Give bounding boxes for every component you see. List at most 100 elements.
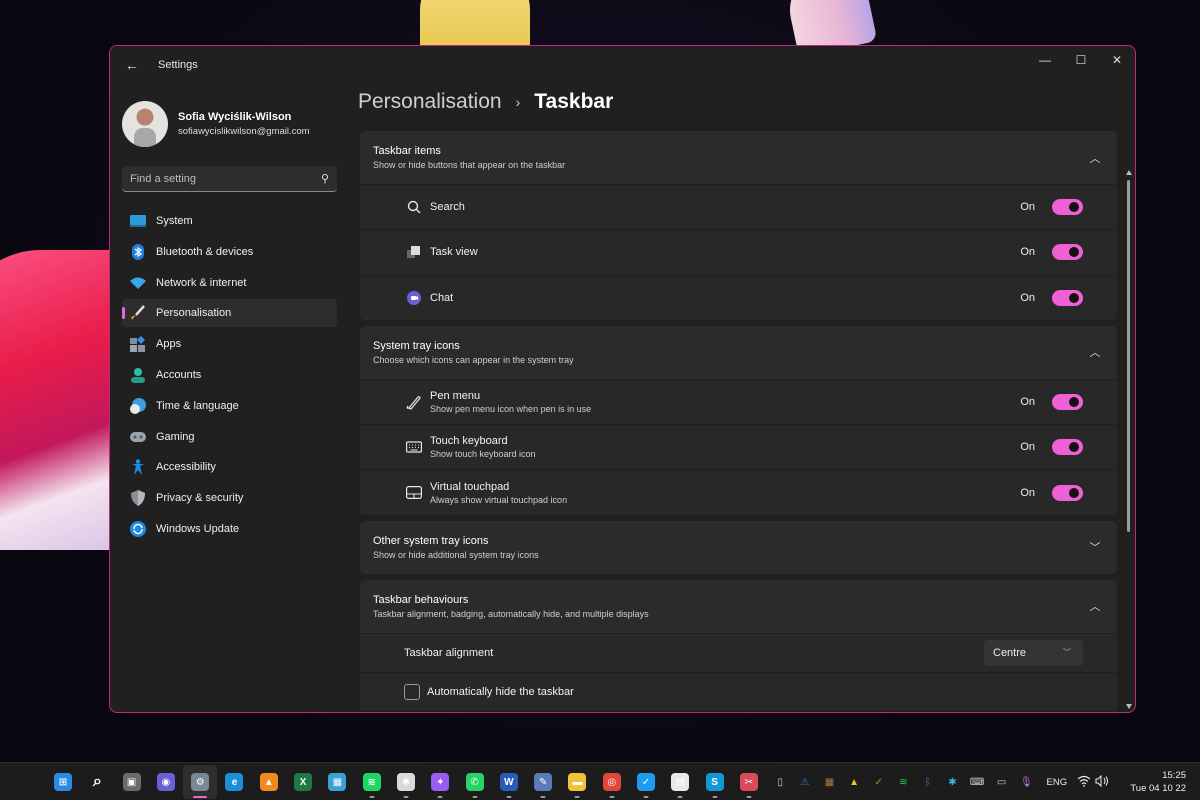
tray-glyph: ▭ bbox=[996, 776, 1007, 788]
sidebar-item-label: Bluetooth & devices bbox=[156, 245, 254, 258]
taskbar-app-slack[interactable]: ✱ bbox=[389, 765, 423, 799]
group-header-system-tray-icons[interactable]: System tray icons Choose which icons can… bbox=[360, 326, 1117, 379]
sidebar-item-label: Personalisation bbox=[156, 307, 232, 320]
taskbar-app-skype[interactable]: S bbox=[698, 765, 732, 799]
chevron-up-icon[interactable]: ︿ bbox=[1087, 150, 1103, 166]
check-app-icon[interactable]: ✓ bbox=[866, 770, 891, 794]
wifi-volume-icon[interactable] bbox=[1077, 774, 1111, 790]
autohide-checkbox[interactable] bbox=[404, 683, 420, 700]
chevron-down-icon[interactable]: ﹀ bbox=[1087, 539, 1103, 555]
scrollbar[interactable] bbox=[1125, 170, 1133, 712]
group-header-other-system-tray-icons[interactable]: Other system tray icons Show or hide add… bbox=[360, 521, 1117, 574]
sidebar-item-accessibility[interactable]: Accessibility bbox=[122, 453, 337, 481]
running-indicator bbox=[403, 796, 409, 798]
user-profile[interactable]: Sofia Wyciślik-Wilson sofiawycislikwilso… bbox=[110, 84, 350, 154]
sidebar-item-bluetooth-devices[interactable]: Bluetooth & devices bbox=[122, 238, 337, 266]
maximize-icon: ☐ bbox=[1075, 53, 1087, 67]
sidebar-item-windows-update[interactable]: Windows Update bbox=[122, 515, 337, 543]
toggle-switch[interactable] bbox=[1052, 394, 1083, 411]
spotify-tray-icon[interactable]: ≋ bbox=[891, 770, 916, 794]
setting-row-chat: Chat On bbox=[360, 274, 1117, 320]
usb-icon[interactable]: ▯ bbox=[768, 770, 793, 794]
toggle-state-label: On bbox=[1020, 246, 1035, 259]
row-title[interactable]: Automatically hide the taskbar bbox=[427, 686, 574, 698]
running-indicator bbox=[506, 796, 512, 798]
toggle-switch[interactable] bbox=[1052, 199, 1083, 216]
taskbar-app-messenger[interactable]: ✦ bbox=[423, 765, 457, 799]
chrome-icon: ◎ bbox=[602, 773, 621, 791]
tray-glyph: ✓ bbox=[874, 776, 883, 788]
toggle-switch[interactable] bbox=[1052, 289, 1083, 306]
group-header-taskbar-behaviours[interactable]: Taskbar behaviours Taskbar alignment, ba… bbox=[360, 580, 1117, 633]
toggle-switch[interactable] bbox=[1052, 484, 1083, 501]
taskbar-app-spotify[interactable]: ≋ bbox=[355, 765, 389, 799]
apps-icon bbox=[130, 336, 146, 353]
scroll-thumb[interactable] bbox=[1127, 180, 1130, 532]
taskbar-app-search[interactable]: ⌕ bbox=[80, 765, 114, 799]
taskbar-app-settings[interactable]: ⚙ bbox=[183, 765, 218, 799]
language-indicator[interactable]: ENG bbox=[1047, 777, 1068, 788]
google-drive-icon[interactable]: ▲ bbox=[842, 770, 867, 794]
back-button[interactable]: ← bbox=[122, 55, 142, 75]
app-tray-icon[interactable]: ▦ bbox=[817, 770, 842, 794]
taskbar-app-snipping-tool[interactable]: ✂ bbox=[732, 765, 766, 799]
sidebar-item-apps[interactable]: Apps bbox=[122, 330, 337, 358]
touchpad-tray-icon[interactable]: ▭ bbox=[989, 770, 1014, 794]
chevron-up-icon[interactable]: ︿ bbox=[1087, 344, 1103, 360]
start-icon: ⊞ bbox=[54, 773, 72, 791]
defender-warning-icon[interactable]: ⚠ bbox=[793, 770, 818, 794]
clock-time: 15:25 bbox=[1162, 770, 1186, 781]
taskbar-app-vlc[interactable]: ▲ bbox=[252, 765, 286, 799]
row-title: Touch keyboard bbox=[430, 435, 508, 448]
close-button[interactable]: ✕ bbox=[1099, 46, 1135, 74]
running-indicator bbox=[472, 796, 478, 798]
clock[interactable]: 15:25 Tue 04 10 22 bbox=[1130, 769, 1186, 795]
microphone-icon[interactable]: 🎙 bbox=[1014, 770, 1039, 794]
sidebar-item-label: Time & language bbox=[156, 399, 239, 412]
taskbar-app-task-view[interactable]: ▣ bbox=[115, 765, 149, 799]
taskbar-app-twitter[interactable]: ✓ bbox=[629, 765, 663, 799]
group-header-taskbar-items[interactable]: Taskbar items Show or hide buttons that … bbox=[360, 131, 1117, 184]
setting-row-virtual-touchpad: Virtual touchpad Always show virtual touc… bbox=[360, 469, 1117, 515]
taskbar-app-buildings[interactable]: ▦ bbox=[320, 765, 354, 799]
system-tray: ▯ ⚠ ▦ ▲ ✓ ≋ ᛒ ✱ ⌨ ▭ 🎙 ENG bbox=[768, 763, 1115, 800]
maximize-button[interactable]: ☐ bbox=[1063, 46, 1099, 74]
sidebar-item-network-internet[interactable]: Network & internet bbox=[122, 269, 337, 297]
scroll-up-icon[interactable] bbox=[1126, 170, 1132, 175]
taskbar-app-excel[interactable]: X bbox=[286, 765, 320, 799]
toggle-switch[interactable] bbox=[1052, 439, 1083, 456]
taskbar-app-chat[interactable]: ◉ bbox=[149, 765, 183, 799]
scroll-down-icon[interactable] bbox=[1126, 704, 1132, 709]
breadcrumb-parent[interactable]: Personalisation bbox=[358, 90, 502, 114]
minimize-button[interactable]: — bbox=[1027, 46, 1063, 74]
toggle-switch[interactable] bbox=[1052, 244, 1083, 261]
taskbar-app-whatsapp[interactable]: ✆ bbox=[458, 765, 492, 799]
sidebar-item-privacy-security[interactable]: Privacy & security bbox=[122, 484, 337, 512]
sidebar-item-time-language[interactable]: Time & language bbox=[122, 392, 337, 420]
slack-tray-icon[interactable]: ✱ bbox=[940, 770, 965, 794]
sidebar-item-personalisation[interactable]: Personalisation bbox=[122, 299, 337, 328]
taskbar-app-word[interactable]: W bbox=[492, 765, 526, 799]
paint-icon: ✎ bbox=[534, 773, 553, 791]
profile-name: Sofia Wyciślik-Wilson bbox=[178, 111, 292, 123]
buildings-icon: ▦ bbox=[328, 773, 347, 791]
taskbar-app-paint[interactable]: ✎ bbox=[526, 765, 560, 799]
search-input[interactable] bbox=[130, 172, 300, 185]
bluetooth-tray-icon[interactable]: ᛒ bbox=[916, 770, 941, 794]
keyboard-tray-icon[interactable]: ⌨ bbox=[965, 770, 990, 794]
taskbar-app-edge[interactable]: e bbox=[217, 765, 251, 799]
sidebar-item-accounts[interactable]: Accounts bbox=[122, 361, 337, 389]
sidebar-item-system[interactable]: System bbox=[122, 207, 337, 235]
taskbar-app-store[interactable]: ▤ bbox=[663, 765, 697, 799]
shield-icon bbox=[130, 490, 146, 507]
taskbar-app-file-explorer[interactable]: ▬ bbox=[560, 765, 594, 799]
search-icon[interactable]: ⚲ bbox=[321, 172, 329, 185]
close-icon: ✕ bbox=[1111, 53, 1123, 67]
taskbar-app-chrome[interactable]: ◎ bbox=[595, 765, 629, 799]
taskbar-alignment-dropdown[interactable]: Centre ﹀ bbox=[984, 639, 1083, 666]
toggle-state-label: On bbox=[1020, 441, 1035, 454]
chevron-up-icon[interactable]: ︿ bbox=[1087, 598, 1103, 614]
sidebar-item-gaming[interactable]: Gaming bbox=[122, 423, 337, 451]
toggle-state-label: On bbox=[1020, 201, 1035, 214]
taskbar-app-start[interactable]: ⊞ bbox=[46, 765, 80, 799]
